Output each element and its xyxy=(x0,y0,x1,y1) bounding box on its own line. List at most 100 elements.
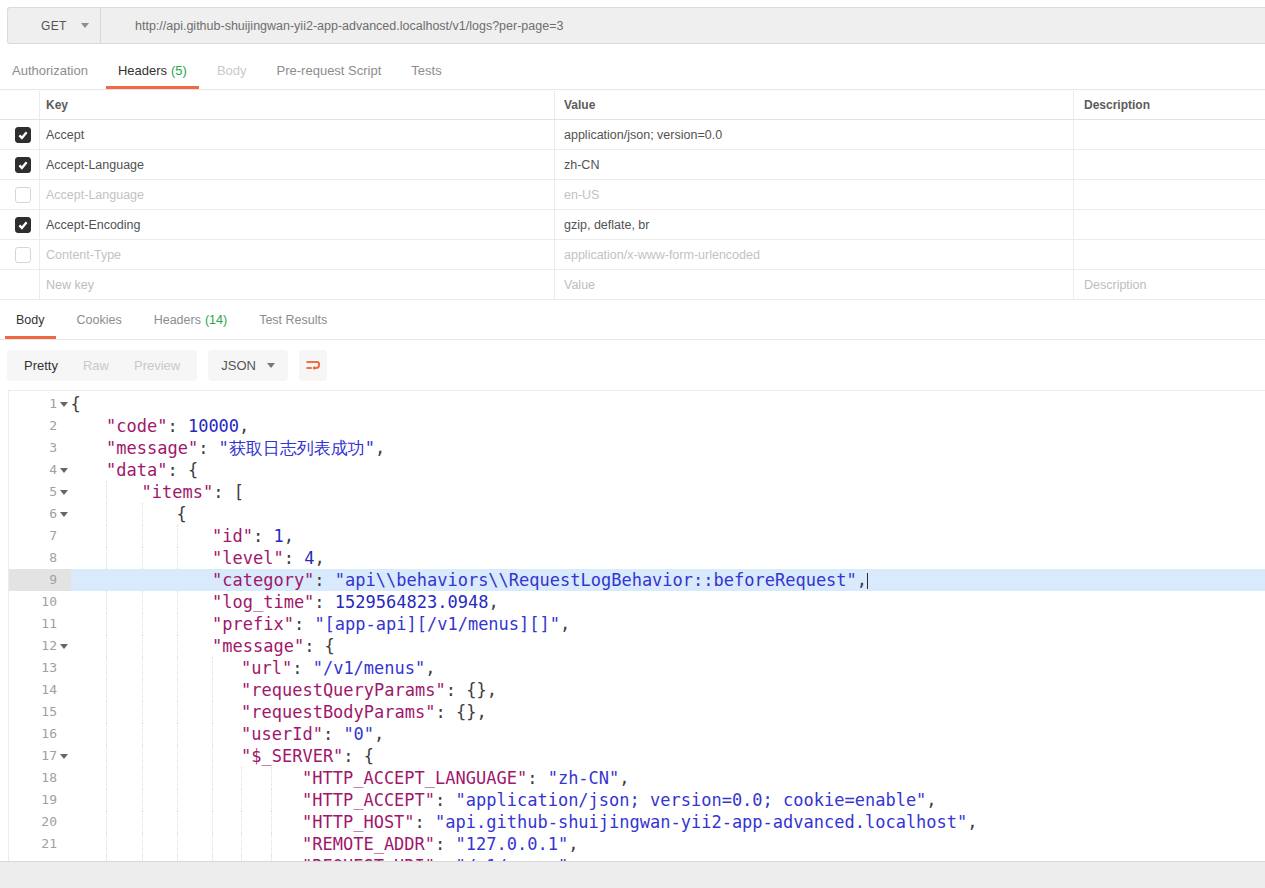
chevron-down-icon xyxy=(267,363,275,368)
format-select[interactable]: JSON xyxy=(208,350,288,381)
key-cell-text: Content-Type xyxy=(46,248,121,262)
value-cell[interactable]: application/x-www-form-urlencoded xyxy=(554,240,1073,269)
header-row-checkbox[interactable] xyxy=(15,247,31,263)
url-bar: GET http://api.github-shuijingwan-yii2-a… xyxy=(7,7,1265,44)
url-input[interactable]: http://api.github-shuijingwan-yii2-app-a… xyxy=(101,8,1265,43)
key-cell-text: Accept-Language xyxy=(46,188,144,202)
text-cursor xyxy=(867,573,868,589)
response-tab-test-results[interactable]: Test Results xyxy=(248,304,338,339)
new-key-input[interactable]: New key xyxy=(40,270,554,299)
header-row-checkbox[interactable] xyxy=(15,187,31,203)
key-cell[interactable]: Accept-Language xyxy=(40,180,554,209)
key-cell[interactable]: Accept xyxy=(40,120,554,149)
key-cell[interactable]: Accept-Language xyxy=(40,150,554,179)
indent-guide xyxy=(142,767,143,789)
header-row-checkbox[interactable] xyxy=(15,127,31,143)
indent-guide xyxy=(212,767,213,789)
description-cell[interactable] xyxy=(1073,120,1265,149)
request-tabs: AuthorizationHeaders(5)BodyPre-request S… xyxy=(0,55,1265,90)
indent-guide xyxy=(142,789,143,811)
request-tab-tests[interactable]: Tests xyxy=(399,55,453,89)
request-tab-authorization[interactable]: Authorization xyxy=(0,55,100,89)
value-cell[interactable]: zh-CN xyxy=(554,150,1073,179)
method-selector[interactable]: GET xyxy=(8,8,101,43)
description-cell[interactable] xyxy=(1073,210,1265,239)
tab-label: Headers xyxy=(154,313,201,327)
fold-toggle[interactable] xyxy=(57,635,71,657)
indent-guide xyxy=(106,481,107,503)
code-line-3: 3"message": "获取日志列表成功", xyxy=(9,437,1265,459)
request-headers-table: Key Value Description Acceptapplication/… xyxy=(0,91,1265,300)
fold-spacer xyxy=(57,657,71,679)
fold-spacer xyxy=(57,437,71,459)
fold-toggle[interactable] xyxy=(57,481,71,503)
description-cell[interactable] xyxy=(1073,240,1265,269)
header-row-checkbox[interactable] xyxy=(15,157,31,173)
code-line-9: 9"category": "api\\behaviors\\RequestLog… xyxy=(9,569,1265,591)
header-row-checkbox[interactable] xyxy=(15,217,31,233)
key-cell[interactable]: Accept-Encoding xyxy=(40,210,554,239)
request-tab-pre-request-script[interactable]: Pre-request Script xyxy=(265,55,394,89)
description-cell[interactable] xyxy=(1073,180,1265,209)
line-number: 6 xyxy=(9,503,57,525)
response-body-editor[interactable]: 1{2"code": 10000,3"message": "获取日志列表成功",… xyxy=(8,390,1265,861)
response-tab-headers[interactable]: Headers(14) xyxy=(143,304,238,339)
view-mode-pretty[interactable]: Pretty xyxy=(24,358,58,373)
line-number: 20 xyxy=(9,811,57,833)
indent-guide xyxy=(212,657,213,679)
code-text: "$_SERVER": { xyxy=(71,745,1265,767)
indent-guide xyxy=(142,635,143,657)
new-description-input[interactable]: Description xyxy=(1073,270,1265,299)
value-cell[interactable]: application/json; version=0.0 xyxy=(554,120,1073,149)
line-number: 1 xyxy=(9,393,57,415)
check-icon xyxy=(17,159,29,171)
indent-guide xyxy=(271,833,272,855)
indent-guide xyxy=(212,679,213,701)
code-line-12: 12"message": { xyxy=(9,635,1265,657)
header-row-accept-encoding: Accept-Encoding gzip, deflate, br xyxy=(0,210,1265,240)
fold-toggle[interactable] xyxy=(57,459,71,481)
request-tab-headers[interactable]: Headers(5) xyxy=(106,55,199,89)
indent-guide xyxy=(106,679,107,701)
fold-spacer xyxy=(57,767,71,789)
tab-label: Tests xyxy=(411,63,441,78)
line-number: 17 xyxy=(9,745,57,767)
indent-guide xyxy=(142,613,143,635)
value-cell[interactable]: gzip, deflate, br xyxy=(554,210,1073,239)
indent-guide xyxy=(241,833,242,855)
fold-spacer xyxy=(57,789,71,811)
code-line-17: 17 "$_SERVER": { xyxy=(9,745,1265,767)
indent-guide xyxy=(106,591,107,613)
indent-guide xyxy=(177,635,178,657)
request-tab-body[interactable]: Body xyxy=(205,55,259,89)
description-cell[interactable] xyxy=(1073,150,1265,179)
new-value-input[interactable]: Value xyxy=(554,270,1073,299)
view-mode-raw[interactable]: Raw xyxy=(83,358,109,373)
indent-guide xyxy=(241,767,242,789)
indent-guide xyxy=(212,745,213,767)
fold-toggle[interactable] xyxy=(57,503,71,525)
key-cell-text: Accept-Encoding xyxy=(46,218,141,232)
value-cell[interactable]: en-US xyxy=(554,180,1073,209)
code-text: "code": 10000, xyxy=(71,415,1265,437)
view-mode-preview[interactable]: Preview xyxy=(134,358,180,373)
code-line-6: 6{ xyxy=(9,503,1265,525)
key-cell[interactable]: Content-Type xyxy=(40,240,554,269)
response-tab-body[interactable]: Body xyxy=(5,304,56,339)
code-line-14: 14"requestQueryParams": {}, xyxy=(9,679,1265,701)
code-text: "id": 1, xyxy=(71,525,1265,547)
code-text: "url": "/v1/menus", xyxy=(71,657,1265,679)
wrap-lines-button[interactable] xyxy=(299,350,327,381)
horizontal-scrollbar[interactable] xyxy=(0,861,1265,888)
code-line-5: 5"items": [ xyxy=(9,481,1265,503)
code-text: "userId": "0", xyxy=(71,723,1265,745)
fold-spacer xyxy=(57,569,71,591)
indent-guide xyxy=(142,547,143,569)
fold-toggle[interactable] xyxy=(57,393,71,415)
indent-guide xyxy=(241,789,242,811)
fold-toggle[interactable] xyxy=(57,745,71,767)
indent-guide xyxy=(241,811,242,833)
indent-guide xyxy=(177,613,178,635)
response-tab-cookies[interactable]: Cookies xyxy=(66,304,133,339)
fold-spacer xyxy=(57,591,71,613)
